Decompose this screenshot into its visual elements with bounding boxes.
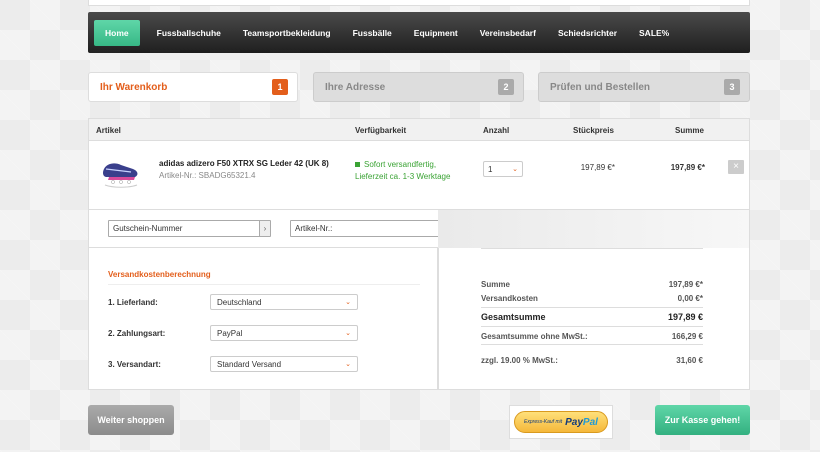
status-dot-icon (355, 162, 360, 168)
divider (481, 248, 703, 249)
chevron-down-icon: ⌄ (345, 361, 351, 368)
net-total-label: Gesamtsumme ohne MwSt.: (481, 332, 588, 341)
vat-value: 31,60 € (676, 356, 703, 365)
summary-shipping-row: Versandkosten 0,00 €* (481, 294, 703, 303)
panel-divider (438, 210, 750, 248)
paypal-logo-text-b: Pal (582, 416, 598, 428)
main-navigation: Home Fussballschuhe Teamsportbekleidung … (88, 12, 750, 53)
header-top-strip (88, 0, 750, 6)
paypal-badge: Express-Kauf mit PayPal (514, 411, 608, 433)
chevron-down-icon: ⌄ (345, 330, 351, 337)
step-label: Ihr Warenkorb (100, 81, 168, 93)
product-name[interactable]: adidas adizero F50 XTRX SG Leder 42 (UK … (159, 159, 329, 168)
nav-item-fussbaelle[interactable]: Fussbälle (342, 20, 403, 46)
product-image-shoe-icon[interactable] (101, 155, 141, 191)
step-label: Ihre Adresse (325, 81, 386, 93)
nav-item-vereinsbedarf[interactable]: Vereinsbedarf (469, 20, 547, 46)
availability-line-1: Sofort versandfertig, (364, 160, 437, 169)
net-total-value: 166,29 € (671, 332, 703, 341)
country-label: 1. Lieferland: (108, 298, 158, 307)
nav-item-teamsportbekleidung[interactable]: Teamsportbekleidung (232, 20, 342, 46)
quantity-select[interactable]: 1 ⌄ (483, 161, 523, 177)
nav-item-sale[interactable]: SALE% (628, 20, 680, 46)
step-number: 1 (272, 79, 288, 95)
divider (481, 344, 703, 345)
country-value: Deutschland (217, 297, 262, 307)
nav-item-home[interactable]: Home (94, 19, 140, 46)
availability-status: Sofort versandfertig, Lieferzeit ca. 1-3… (355, 159, 450, 183)
shipping-method-label: 3. Versandart: (108, 360, 161, 369)
voucher-submit-arrow-icon[interactable]: › (259, 221, 270, 236)
checkout-step-review[interactable]: Prüfen und Bestellen 3 (538, 72, 750, 102)
payment-label: 2. Zahlungsart: (108, 329, 166, 338)
shipping-cost-label: Versandkosten (481, 294, 538, 303)
step-label: Prüfen und Bestellen (550, 81, 651, 93)
chevron-down-icon: ⌄ (512, 166, 518, 173)
summary-total-row: Gesamtsumme 197,89 € (481, 312, 703, 322)
subtotal-value: 197,89 €* (668, 280, 703, 289)
col-article: Artikel (96, 126, 121, 135)
col-total: Summe (675, 126, 704, 135)
nav-item-fussballschuhe[interactable]: Fussballschuhe (146, 20, 232, 46)
product-sku: Artikel-Nr.: SBADG65321.4 (159, 171, 256, 180)
paypal-express-text: Express-Kauf mit (524, 418, 563, 425)
subtotal-label: Summe (481, 280, 510, 289)
availability-line-2: Lieferzeit ca. 1-3 Werktage (355, 172, 451, 181)
paypal-express-button[interactable]: Express-Kauf mit PayPal (509, 405, 613, 439)
country-select[interactable]: Deutschland ⌄ (210, 294, 358, 310)
cart-table: Artikel Verfügbarkeit Anzahl Stückpreis … (88, 118, 750, 210)
col-availability: Verfügbarkeit (355, 126, 407, 135)
paypal-logo-icon: PayPal (565, 417, 598, 428)
step-number: 3 (724, 79, 740, 95)
total-value: 197,89 € (667, 312, 703, 322)
summary-subtotal-row: Summe 197,89 €* (481, 280, 703, 289)
col-unit-price: Stückpreis (573, 126, 614, 135)
remove-item-button[interactable]: × (728, 160, 744, 174)
checkout-button[interactable]: Zur Kasse gehen! (655, 405, 750, 435)
chevron-down-icon: ⌄ (345, 299, 351, 306)
quantity-value: 1 (488, 164, 493, 174)
divider (481, 307, 703, 308)
shipping-cost-calculator: Versandkostenberechnung 1. Lieferland: D… (88, 248, 438, 390)
vat-label: zzgl. 19.00 % MwSt.: (481, 356, 558, 365)
nav-item-equipment[interactable]: Equipment (403, 20, 469, 46)
voucher-input-text: Gutschein-Nummer (113, 224, 183, 233)
divider (481, 326, 703, 327)
article-number-input-text: Artikel-Nr.: (295, 224, 333, 233)
unit-price: 197,89 €* (580, 163, 615, 172)
summary-vat-row: zzgl. 19.00 % MwSt.: 31,60 € (481, 356, 703, 365)
divider (108, 284, 420, 285)
shipping-title: Versandkostenberechnung (108, 270, 211, 279)
line-total: 197,89 €* (670, 163, 705, 172)
summary-net-row: Gesamtsumme ohne MwSt.: 166,29 € (481, 332, 703, 341)
payment-value: PayPal (217, 328, 243, 338)
checkout-step-cart[interactable]: Ihr Warenkorb 1 (88, 72, 298, 102)
cart-table-header: Artikel Verfügbarkeit Anzahl Stückpreis … (89, 119, 749, 141)
col-quantity: Anzahl (483, 126, 510, 135)
shipping-method-select[interactable]: Standard Versand ⌄ (210, 356, 358, 372)
step-number: 2 (498, 79, 514, 95)
voucher-input[interactable]: Gutschein-Nummer › (108, 220, 271, 237)
checkout-step-address[interactable]: Ihre Adresse 2 (313, 72, 524, 102)
article-number-input[interactable]: Artikel-Nr.: › (290, 220, 453, 237)
table-row: adidas adizero F50 XTRX SG Leder 42 (UK … (89, 141, 749, 211)
shipping-cost-value: 0,00 €* (677, 294, 703, 303)
nav-item-schiedsrichter[interactable]: Schiedsrichter (547, 20, 628, 46)
total-label: Gesamtsumme (481, 312, 546, 322)
paypal-logo-text-a: Pay (565, 416, 583, 428)
shipping-method-value: Standard Versand (217, 359, 282, 369)
order-summary: Summe 197,89 €* Versandkosten 0,00 €* Ge… (438, 248, 750, 390)
payment-select[interactable]: PayPal ⌄ (210, 325, 358, 341)
continue-shopping-button[interactable]: Weiter shoppen (88, 405, 174, 435)
